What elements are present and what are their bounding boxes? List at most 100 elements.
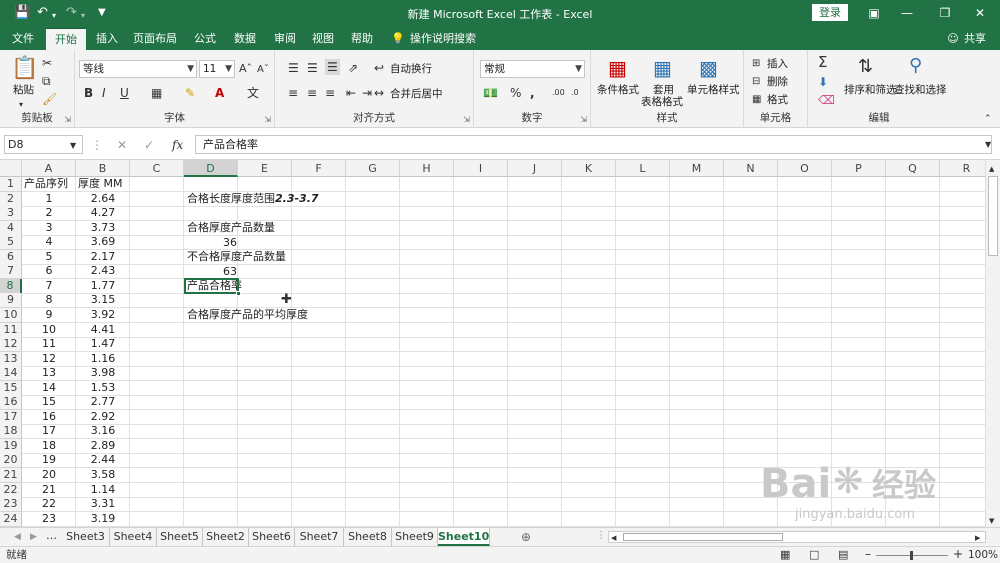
- sheet-tab-sheet8[interactable]: Sheet8: [344, 528, 392, 546]
- row-header[interactable]: 8: [0, 278, 22, 294]
- align-right-icon[interactable]: ≡: [325, 86, 335, 100]
- scroll-thumb[interactable]: [988, 176, 998, 256]
- page-layout-view-icon[interactable]: □: [809, 548, 819, 562]
- cell-a18[interactable]: 17: [22, 424, 76, 438]
- vertical-scrollbar[interactable]: ▲ ▼: [985, 160, 1000, 527]
- format-cells-icon[interactable]: ▦: [752, 93, 761, 107]
- accounting-format-icon[interactable]: 💵: [483, 86, 498, 100]
- zoom-slider-thumb[interactable]: [910, 551, 913, 560]
- font-launcher-icon[interactable]: ⇲: [264, 115, 271, 124]
- increase-decimal-icon[interactable]: .00: [552, 86, 565, 100]
- cell-a13[interactable]: 12: [22, 352, 76, 366]
- normal-view-icon[interactable]: ▦: [780, 548, 790, 562]
- cell-b2[interactable]: 2.64: [76, 192, 130, 206]
- cell-b21[interactable]: 3.58: [76, 468, 130, 482]
- cancel-icon[interactable]: ✕: [117, 138, 127, 152]
- tab-data[interactable]: 数据: [228, 28, 262, 50]
- number-format-combo[interactable]: 常规 ▼: [480, 60, 585, 78]
- close-icon[interactable]: ✕: [970, 5, 990, 21]
- select-all-corner[interactable]: [0, 160, 22, 177]
- cell-a1[interactable]: 产品序列: [22, 177, 76, 191]
- row-header[interactable]: 16: [0, 395, 22, 411]
- sheet-tab-sheet4[interactable]: Sheet4: [110, 528, 157, 546]
- italic-icon[interactable]: I: [102, 86, 106, 100]
- row-header[interactable]: 6: [0, 249, 22, 265]
- column-header[interactable]: K: [562, 160, 616, 177]
- worksheet-grid[interactable]: ABCDEFGHIJKLMNOPQR 1 2 3 4 5 6 7 8 9 10 11 12 13 14 15…: [0, 160, 1000, 527]
- column-header[interactable]: A: [22, 160, 76, 177]
- borders-icon[interactable]: ▦: [151, 86, 162, 100]
- row-header[interactable]: 4: [0, 220, 22, 236]
- expand-formula-icon[interactable]: ▼: [985, 138, 991, 152]
- cell-b4[interactable]: 3.73: [76, 221, 130, 235]
- cell-d2[interactable]: 合格长度厚度范围2.3-3.7: [187, 192, 319, 206]
- row-header[interactable]: 13: [0, 351, 22, 367]
- cell-a14[interactable]: 13: [22, 366, 76, 380]
- merge-center-icon[interactable]: ↔: [374, 86, 384, 100]
- underline-icon[interactable]: U: [120, 86, 129, 100]
- tab-split-icon[interactable]: ⋮: [596, 529, 606, 543]
- row-header[interactable]: 7: [0, 264, 22, 280]
- find-select-button[interactable]: 查找和选择: [894, 84, 947, 96]
- cell-d4[interactable]: 合格厚度产品数量: [187, 221, 275, 235]
- fill-icon[interactable]: ⬇: [818, 75, 828, 89]
- cell-b14[interactable]: 3.98: [76, 366, 130, 380]
- row-header[interactable]: 22: [0, 482, 22, 498]
- comma-style-icon[interactable]: ,: [530, 86, 535, 100]
- delete-cells-button[interactable]: 删除: [767, 76, 788, 88]
- cell-b8[interactable]: 1.77: [76, 279, 130, 293]
- cell-a15[interactable]: 14: [22, 381, 76, 395]
- cell-a2[interactable]: 1: [22, 192, 76, 206]
- fill-handle[interactable]: [236, 291, 241, 296]
- autosum-icon[interactable]: Σ: [818, 55, 827, 70]
- cell-b9[interactable]: 3.15: [76, 293, 130, 307]
- decrease-decimal-icon[interactable]: .0: [571, 86, 579, 100]
- column-header[interactable]: P: [832, 160, 886, 177]
- format-cells-button[interactable]: 格式: [767, 94, 788, 106]
- align-bottom-icon[interactable]: ☰: [325, 59, 340, 75]
- align-center-icon[interactable]: ≡: [307, 86, 317, 100]
- cell-a11[interactable]: 10: [22, 323, 76, 337]
- undo-icon[interactable]: ↶: [37, 5, 48, 21]
- delete-cells-icon[interactable]: ⊟: [752, 75, 760, 89]
- row-header[interactable]: 23: [0, 497, 22, 513]
- cell-d5[interactable]: 36: [185, 236, 237, 250]
- column-header[interactable]: M: [670, 160, 724, 177]
- align-left-icon[interactable]: ≡: [288, 86, 298, 100]
- insert-cells-button[interactable]: 插入: [767, 58, 788, 70]
- cell-b3[interactable]: 4.27: [76, 206, 130, 220]
- column-header[interactable]: F: [292, 160, 346, 177]
- cell-b10[interactable]: 3.92: [76, 308, 130, 322]
- enter-icon[interactable]: ✓: [144, 138, 154, 152]
- cell-styles-icon[interactable]: ▩: [699, 57, 718, 79]
- next-sheet-icon[interactable]: ▶: [30, 530, 37, 544]
- cell-b19[interactable]: 2.89: [76, 439, 130, 453]
- copy-icon[interactable]: ⧉: [42, 74, 51, 88]
- sheet-tab-sheet10[interactable]: Sheet10: [438, 528, 490, 546]
- cell-b18[interactable]: 3.16: [76, 424, 130, 438]
- insert-cells-icon[interactable]: ⊞: [752, 57, 760, 71]
- ribbon-display-icon[interactable]: ▣: [864, 5, 884, 21]
- row-header[interactable]: 21: [0, 468, 22, 483]
- scroll-down-icon[interactable]: ▼: [989, 514, 994, 528]
- scroll-left-icon[interactable]: ◀: [611, 531, 616, 545]
- sheet-tab-sheet3[interactable]: Sheet3: [62, 528, 110, 546]
- row-header[interactable]: 9: [0, 293, 22, 309]
- row-header[interactable]: 1: [0, 177, 22, 192]
- cell-b16[interactable]: 2.77: [76, 395, 130, 409]
- cell-a22[interactable]: 21: [22, 483, 76, 497]
- chevron-down-icon[interactable]: ▼: [70, 139, 76, 153]
- horizontal-scrollbar[interactable]: ◀ ▶: [608, 531, 986, 543]
- orientation-icon[interactable]: ⇗: [348, 61, 358, 75]
- save-icon[interactable]: 💾: [14, 5, 30, 21]
- cell-a17[interactable]: 16: [22, 410, 76, 424]
- cell-b12[interactable]: 1.47: [76, 337, 130, 351]
- cell-a9[interactable]: 8: [22, 293, 76, 307]
- column-header[interactable]: G: [346, 160, 400, 177]
- cell-a6[interactable]: 5: [22, 250, 76, 264]
- tab-insert[interactable]: 插入: [90, 28, 124, 50]
- cell-b22[interactable]: 1.14: [76, 483, 130, 497]
- scroll-right-icon[interactable]: ▶: [975, 531, 980, 545]
- format-painter-icon[interactable]: 🖌: [42, 92, 57, 106]
- clipboard-launcher-icon[interactable]: ⇲: [64, 115, 71, 124]
